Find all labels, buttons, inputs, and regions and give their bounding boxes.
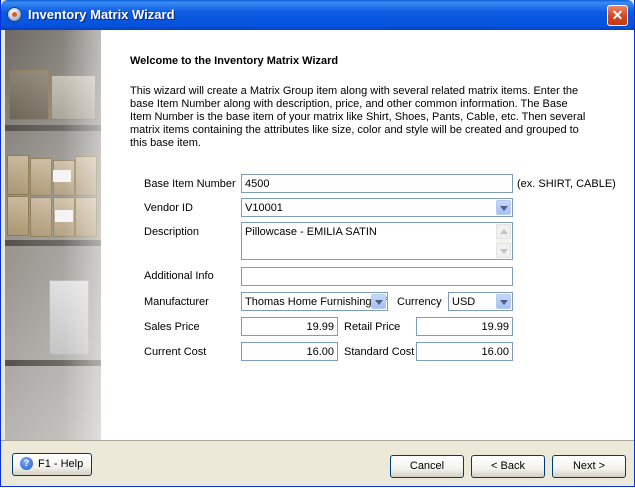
chevron-down-icon[interactable]: [496, 200, 511, 215]
manufacturer-value: Thomas Home Furnishing Mfg: [245, 296, 388, 308]
standard-cost-label: Standard Cost: [344, 346, 415, 358]
page-title: Welcome to the Inventory Matrix Wizard: [130, 55, 339, 67]
cancel-button[interactable]: Cancel: [390, 455, 464, 478]
wizard-window: Inventory Matrix Wizard ✕ Welcome to the…: [0, 0, 635, 487]
description-label: Description: [144, 226, 200, 238]
base-item-number-field[interactable]: 4500: [241, 174, 513, 193]
back-button-label: < Back: [491, 460, 525, 472]
chevron-down-icon[interactable]: [371, 294, 386, 309]
currency-value: USD: [452, 296, 476, 308]
manufacturer-label: Manufacturer: [144, 296, 209, 308]
sales-price-field[interactable]: 19.99: [241, 317, 338, 336]
retail-price-field[interactable]: 19.99: [416, 317, 513, 336]
intro-text: This wizard will create a Matrix Group i…: [130, 85, 586, 149]
next-button[interactable]: Next >: [552, 455, 626, 478]
standard-cost-field[interactable]: 16.00: [416, 342, 513, 361]
vendor-id-label: Vendor ID: [144, 202, 193, 214]
vendor-id-value: V10001: [245, 202, 283, 214]
side-banner-image: [5, 30, 101, 440]
window-title: Inventory Matrix Wizard: [28, 7, 175, 22]
sales-price-label: Sales Price: [144, 321, 200, 333]
base-item-number-hint: (ex. SHIRT, CABLE): [517, 178, 616, 190]
description-field[interactable]: Pillowcase - EMILIA SATIN: [241, 222, 513, 260]
next-button-label: Next >: [572, 460, 606, 472]
additional-info-field[interactable]: [241, 267, 513, 286]
app-icon: [7, 7, 22, 22]
description-value: Pillowcase - EMILIA SATIN: [245, 226, 377, 238]
base-item-number-label: Base Item Number: [144, 178, 236, 190]
current-cost-field[interactable]: 16.00: [241, 342, 338, 361]
close-button[interactable]: ✕: [607, 5, 628, 26]
scroll-up-icon[interactable]: [496, 224, 511, 239]
current-cost-label: Current Cost: [144, 346, 207, 358]
help-button-label: F1 - Help: [38, 458, 84, 470]
chevron-down-icon[interactable]: [496, 294, 511, 309]
title-bar[interactable]: Inventory Matrix Wizard ✕: [1, 0, 634, 30]
currency-dropdown[interactable]: USD: [448, 292, 513, 311]
vendor-id-dropdown[interactable]: V10001: [241, 198, 513, 217]
banner-fade: [5, 30, 101, 440]
retail-price-label: Retail Price: [344, 321, 401, 333]
currency-label: Currency: [397, 296, 442, 308]
back-button[interactable]: < Back: [471, 455, 545, 478]
description-scrollbar[interactable]: [496, 224, 511, 258]
cancel-button-label: Cancel: [409, 460, 445, 472]
help-icon: ?: [20, 456, 33, 470]
close-icon: ✕: [611, 7, 624, 23]
help-button[interactable]: ? F1 - Help: [12, 453, 92, 476]
footer-divider: [1, 440, 634, 441]
scroll-down-icon[interactable]: [496, 243, 511, 258]
manufacturer-dropdown[interactable]: Thomas Home Furnishing Mfg: [241, 292, 388, 311]
wizard-content: Welcome to the Inventory Matrix Wizard T…: [101, 30, 634, 440]
additional-info-label: Additional Info: [144, 270, 214, 282]
